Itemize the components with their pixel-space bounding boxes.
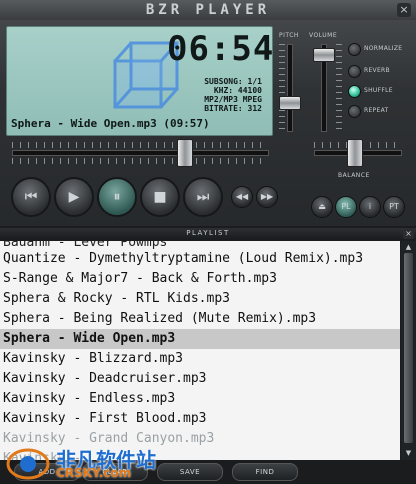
playlist-item[interactable]: Kavinsky - Deadcruiser.mp3 [0,369,400,389]
playlist-toggle-button[interactable]: PL [335,196,357,218]
now-playing: Sphera - Wide Open.mp3 (09:57) [11,117,210,130]
playlist-item[interactable]: S-Range & Major7 - Back & Forth.mp3 [0,269,400,289]
play-button[interactable]: ▶ [54,177,94,217]
scroll-up-icon[interactable]: ▲ [403,242,414,252]
close-button[interactable]: × [397,3,411,17]
player-panel: BZR PLAYER × 06:54 SUBSONG: 1/1 KHZ: 441… [0,0,416,226]
watermark-sub: CRSKY.com [56,466,132,480]
khz-label: KHZ: 44100 [213,86,262,95]
shuffle-label: SHUFFLE [364,87,393,94]
option-normalize[interactable]: NORMALIZE [348,42,414,56]
playlist-item[interactable]: Quantize - Dymethyltryptamine (Loud Remi… [0,249,400,269]
seek-ticks [12,142,267,148]
playlist-titlebar: PLAYLIST × [0,228,416,240]
seek-track[interactable] [12,150,269,156]
playlist: Bauahm - Lever Powmps Quantize - Dymethy… [0,241,400,460]
title-bar[interactable]: BZR PLAYER × [0,0,416,20]
pt-button[interactable]: PT [383,196,405,218]
pitch-track[interactable] [287,44,293,132]
pause-button[interactable]: ⏸ [97,177,137,217]
playlist-close-button[interactable]: × [403,228,414,239]
track-info: SUBSONG: 1/1 KHZ: 44100 MP2/MP3 MPEG BIT… [204,77,262,113]
format-label: MP2/MP3 MPEG [204,95,262,104]
lcd-display: 06:54 SUBSONG: 1/1 KHZ: 44100 MP2/MP3 MP… [6,26,273,136]
playlist-item[interactable]: Kavinsky - Endless.mp3 [0,389,400,409]
normalize-label: NORMALIZE [364,45,403,52]
playlist-title: PLAYLIST [186,229,230,237]
watermark-logo-icon [6,448,50,480]
info-button[interactable]: i [359,196,381,218]
option-reverb[interactable]: REVERB [348,64,414,78]
balance-slider-knob[interactable] [347,139,363,167]
app-title: BZR PLAYER [145,2,271,18]
playlist-item-selected[interactable]: Sphera - Wide Open.mp3 [0,329,400,349]
repeat-label: REPEAT [364,107,389,114]
scroll-down-icon[interactable]: ▼ [403,448,414,458]
pitch-slider-knob[interactable] [279,96,301,110]
subsong-label: SUBSONG: 1/1 [204,77,262,86]
bitrate-label: BITRATE: 312 [204,104,262,113]
scroll-thumb[interactable] [404,253,413,443]
volume-label: VOLUME [309,32,338,39]
option-shuffle[interactable]: SHUFFLE [348,84,414,98]
time-display: 06:54 [167,29,273,69]
rewind-button[interactable]: ◀◀ [231,186,253,208]
stop-button[interactable]: ■ [140,177,180,217]
seek-slider-knob[interactable] [177,139,193,167]
playlist-item[interactable]: Kavinsky - First Blood.mp3 [0,409,400,429]
pitch-label: PITCH [279,32,299,39]
eject-button[interactable]: ⏏ [311,196,333,218]
volume-slider-knob[interactable] [313,48,335,62]
next-button[interactable]: ⏭ [183,177,223,217]
normalize-led-icon[interactable] [348,43,361,56]
reverb-label: REVERB [364,67,390,74]
playlist-item[interactable]: Kavinsky - Blizzard.mp3 [0,349,400,369]
option-repeat[interactable]: REPEAT [348,104,414,118]
playlist-item[interactable]: Sphera - Being Realized (Mute Remix).mp3 [0,309,400,329]
watermark: 非凡软件站 CRSKY.com [4,444,174,482]
balance-label: BALANCE [338,172,370,179]
shuffle-led-icon[interactable] [348,85,361,98]
playlist-scrollbar[interactable]: ▲ ▼ [401,241,416,460]
previous-button[interactable]: ⏮ [11,177,51,217]
repeat-led-icon[interactable] [348,105,361,118]
playlist-item[interactable]: Sphera & Rocky - RTL Kids.mp3 [0,289,400,309]
seek-ticks-bottom [12,158,267,164]
find-button[interactable]: FIND [232,463,298,481]
volume-ticks [336,44,342,130]
fast-forward-button[interactable]: ▶▶ [256,186,278,208]
reverb-led-icon[interactable] [348,65,361,78]
pitch-ticks [279,44,285,130]
